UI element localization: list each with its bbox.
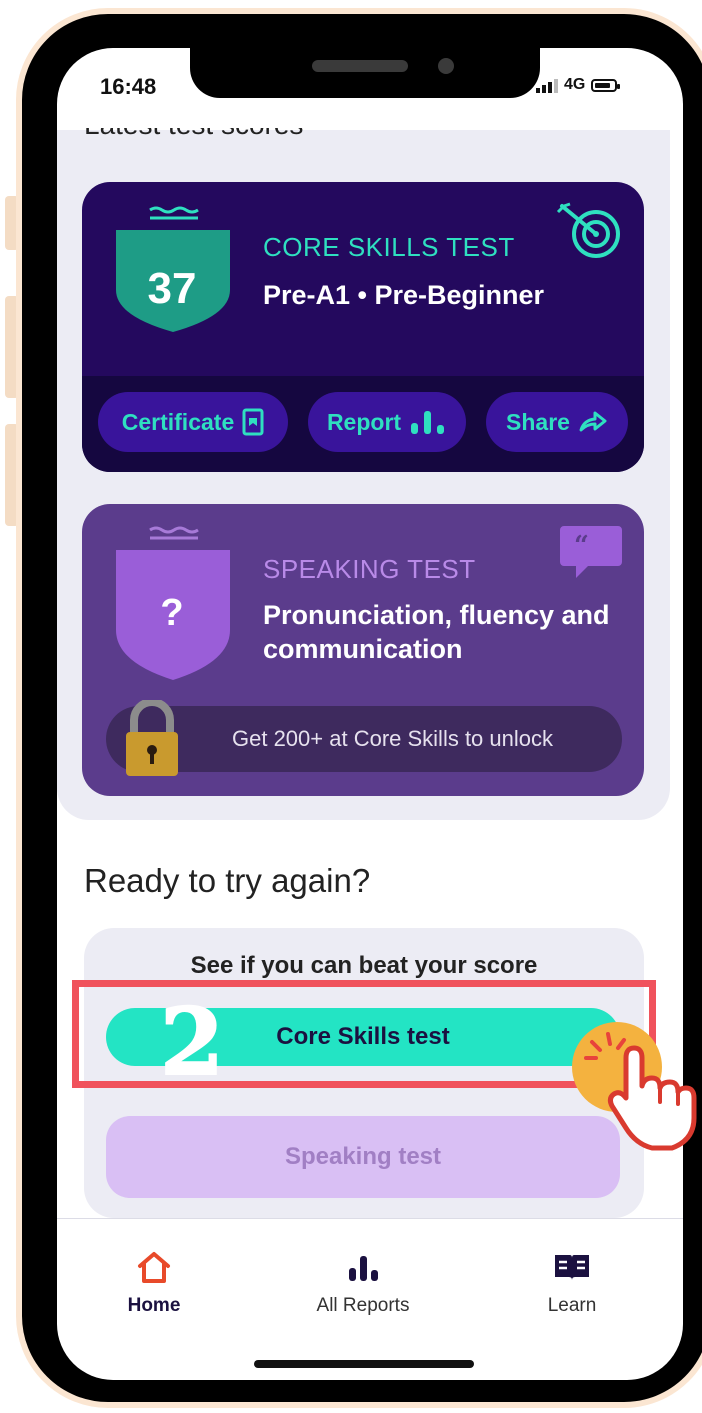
tab-all-reports[interactable]: All Reports <box>293 1250 433 1317</box>
share-button[interactable]: Share <box>486 392 628 452</box>
phone-camera <box>438 58 454 74</box>
retry-subheading: See if you can beat your score <box>190 952 538 979</box>
tab-bar-divider <box>57 1218 683 1219</box>
unlock-requirement-bar: Get 200+ at Core Skills to unlock <box>106 706 622 772</box>
tab-learn-label: Learn <box>547 1295 597 1316</box>
step-number: 2 <box>159 988 225 1096</box>
tab-home[interactable]: Home <box>84 1250 224 1317</box>
speaking-card-label: SPEAKING TEST <box>263 554 476 584</box>
padlock-icon <box>126 700 178 776</box>
report-button[interactable]: Report <box>308 392 466 452</box>
book-icon <box>555 1255 589 1280</box>
target-icon <box>556 202 620 258</box>
retry-heading: Ready to try again? <box>84 862 371 899</box>
section-heading: Latest test scores <box>84 128 303 150</box>
pointing-hand-icon <box>607 1045 697 1151</box>
status-indicators: 4G <box>536 76 621 94</box>
svg-text:“: “ <box>574 531 589 561</box>
quote-bubble-icon: “ <box>560 526 622 578</box>
tab-home-label: Home <box>127 1295 181 1316</box>
core-skills-card[interactable]: 37 CORE SKILLS TEST Pre-A1 • Pre-Beginne… <box>82 182 644 472</box>
core-score: 37 <box>147 264 197 313</box>
core-card-label: CORE SKILLS TEST <box>263 232 515 262</box>
speaking-test-card[interactable]: ? SPEAKING TEST Pronunciation, fluency a… <box>82 504 644 796</box>
signal-icon <box>536 77 558 93</box>
speaking-card-title: Pronunciation, fluency and communication <box>263 600 610 664</box>
certificate-label: Certificate <box>121 408 235 435</box>
network-type: 4G <box>564 76 586 93</box>
home-indicator <box>254 1360 474 1368</box>
bar-chart-icon <box>411 411 445 434</box>
report-label: Report <box>326 408 402 435</box>
speaking-score: ? <box>160 592 184 634</box>
speaking-test-button[interactable]: Speaking test <box>106 1116 620 1198</box>
certificate-icon <box>242 408 264 436</box>
home-icon <box>138 1252 170 1283</box>
share-icon <box>579 411 607 432</box>
status-time: 16:48 <box>100 74 157 99</box>
core-card-level: Pre-A1 • Pre-Beginner <box>263 280 545 310</box>
certificate-button[interactable]: Certificate <box>98 392 288 452</box>
phone-notch <box>190 48 540 98</box>
bar-chart-icon <box>349 1256 378 1281</box>
share-label: Share <box>506 408 570 435</box>
phone-speaker <box>312 60 408 72</box>
unlock-text: Get 200+ at Core Skills to unlock <box>232 726 553 751</box>
tab-all-reports-label: All Reports <box>316 1295 410 1316</box>
tab-learn[interactable]: Learn <box>502 1250 642 1317</box>
battery-icon <box>591 78 621 92</box>
